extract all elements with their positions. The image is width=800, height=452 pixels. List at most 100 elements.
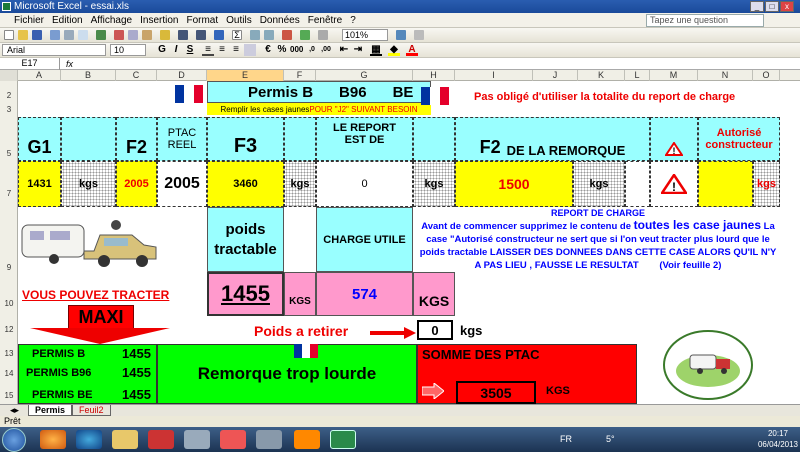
row-header-3[interactable]: 3 (0, 105, 18, 114)
minimize-button[interactable]: _ (750, 1, 764, 12)
maximize-button[interactable]: □ (765, 1, 779, 12)
mail-icon[interactable] (294, 430, 320, 449)
row-header-12[interactable]: 12 (0, 325, 18, 334)
column-header-g[interactable]: G (316, 70, 413, 81)
app-icon[interactable] (184, 430, 210, 449)
more-buttons-icon[interactable] (414, 30, 424, 40)
g1-header[interactable]: G1 (18, 117, 61, 161)
font-size-select[interactable]: 10 (110, 44, 146, 56)
cut-icon[interactable] (114, 30, 124, 40)
fill-color-icon[interactable]: ◆ (388, 44, 400, 56)
f2-remorque-header[interactable]: F2 DE LA REMORQUE (455, 117, 650, 161)
toolbar-icon[interactable] (318, 30, 328, 40)
ptac-reel-header[interactable]: PTAC REEL (157, 117, 207, 161)
remplir-instruction[interactable]: Remplir les cases jaunes POUR "J2" SUIVA… (207, 103, 431, 115)
tab-feuil2[interactable]: Feuil2 (72, 405, 111, 416)
column-header-n[interactable]: N (698, 70, 753, 81)
menu-insertion[interactable]: Insertion (136, 13, 182, 28)
decrease-decimal-icon[interactable]: ,00 (320, 44, 332, 56)
paste-icon[interactable] (142, 30, 152, 40)
tab-nav-icon[interactable]: ◂▸ (4, 405, 19, 416)
sort-desc-icon[interactable] (264, 30, 274, 40)
align-center-icon[interactable]: ≡ (216, 44, 228, 56)
explorer-icon[interactable] (112, 430, 138, 449)
ie-icon[interactable] (76, 430, 102, 449)
row-header-14[interactable]: 14 (0, 369, 18, 378)
underline-button[interactable]: S (184, 44, 196, 56)
row-header-15[interactable]: 15 (0, 391, 18, 400)
column-header-k[interactable]: K (578, 70, 625, 81)
column-header-i[interactable]: I (455, 70, 533, 81)
report-est-de-header[interactable]: LE REPORT EST DE (316, 117, 413, 161)
permis-b96-value[interactable]: 1455 (122, 365, 151, 380)
f2-header[interactable]: F2 (116, 117, 157, 161)
undo-icon[interactable] (178, 30, 188, 40)
menu-donnees[interactable]: Données (256, 13, 304, 28)
charge-utile-value[interactable]: 574 (316, 272, 413, 316)
name-box[interactable]: E17 (0, 58, 60, 70)
font-color-icon[interactable]: A (406, 44, 418, 56)
drawing-icon[interactable] (300, 30, 310, 40)
thousands-icon[interactable]: 000 (290, 44, 303, 56)
worksheet[interactable]: Permis B B96 BE Remplir les cases jaunes… (18, 81, 800, 404)
menu-edition[interactable]: Edition (48, 13, 87, 28)
f2-value[interactable]: 2005 (116, 161, 157, 207)
increase-indent-icon[interactable]: ⇥ (352, 44, 364, 56)
open-icon[interactable] (18, 30, 28, 40)
align-left-icon[interactable]: ≡ (202, 44, 214, 56)
permis-be-value[interactable]: 1455 (122, 387, 151, 402)
spelling-icon[interactable] (96, 30, 106, 40)
remorque-trop-lourde-cell[interactable]: Remorque trop lourde (157, 344, 417, 404)
column-header-a[interactable]: A (18, 70, 61, 81)
column-header-e[interactable]: E (207, 70, 284, 81)
hyperlink-icon[interactable] (214, 30, 224, 40)
poids-a-retirer-value[interactable]: 0 (417, 320, 453, 340)
app-icon[interactable] (220, 430, 246, 449)
row-header-13[interactable]: 13 (0, 349, 18, 358)
system-clock[interactable]: 20:17 06/04/2013 (756, 428, 800, 450)
cell-l7[interactable] (625, 161, 650, 207)
font-select[interactable]: Arial (2, 44, 106, 56)
tab-permis[interactable]: Permis (28, 405, 73, 416)
print-preview-icon[interactable] (78, 30, 88, 40)
column-header-h[interactable]: H (413, 70, 455, 81)
row-header-9[interactable]: 9 (0, 263, 18, 272)
autosum-icon[interactable]: Σ (232, 30, 242, 40)
permission-icon[interactable] (50, 30, 60, 40)
column-header-c[interactable]: C (116, 70, 157, 81)
new-icon[interactable] (4, 30, 14, 40)
align-right-icon[interactable]: ≡ (230, 44, 242, 56)
column-header-d[interactable]: D (157, 70, 207, 81)
cell-f5[interactable] (284, 117, 316, 161)
currency-icon[interactable]: € (262, 44, 274, 56)
redo-icon[interactable] (196, 30, 206, 40)
autorise-constructeur-header[interactable]: Autorisé constructeur (698, 117, 780, 161)
firefox-icon[interactable] (40, 430, 66, 449)
cell-h5[interactable] (413, 117, 455, 161)
borders-icon[interactable]: ▦ (370, 44, 382, 56)
select-all-button[interactable] (0, 70, 18, 81)
row-header-5[interactable]: 5 (0, 149, 18, 158)
decrease-indent-icon[interactable]: ⇤ (338, 44, 350, 56)
menu-outils[interactable]: Outils (222, 13, 256, 28)
italic-button[interactable]: I (170, 44, 182, 56)
row-header-2[interactable]: 2 (0, 91, 18, 100)
app-icon[interactable] (256, 430, 282, 449)
increase-decimal-icon[interactable]: ,0 (306, 44, 318, 56)
print-icon[interactable] (64, 30, 74, 40)
format-painter-icon[interactable] (160, 30, 170, 40)
autorise-constructeur-input[interactable] (698, 161, 753, 207)
column-header-m[interactable]: M (650, 70, 698, 81)
start-button[interactable] (2, 428, 26, 452)
help-search-input[interactable]: Tapez une question (646, 14, 764, 27)
column-header-o[interactable]: O (753, 70, 780, 81)
close-button[interactable]: x (780, 1, 794, 12)
column-header-b[interactable]: B (61, 70, 116, 81)
column-header-f[interactable]: F (284, 70, 316, 81)
cell-b5[interactable] (61, 117, 116, 161)
g1-value[interactable]: 1431 (18, 161, 61, 207)
percent-icon[interactable]: % (276, 44, 288, 56)
help-icon[interactable] (396, 30, 406, 40)
somme-ptac-value[interactable]: 3505 (456, 381, 536, 404)
row-header-7[interactable]: 7 (0, 189, 18, 198)
